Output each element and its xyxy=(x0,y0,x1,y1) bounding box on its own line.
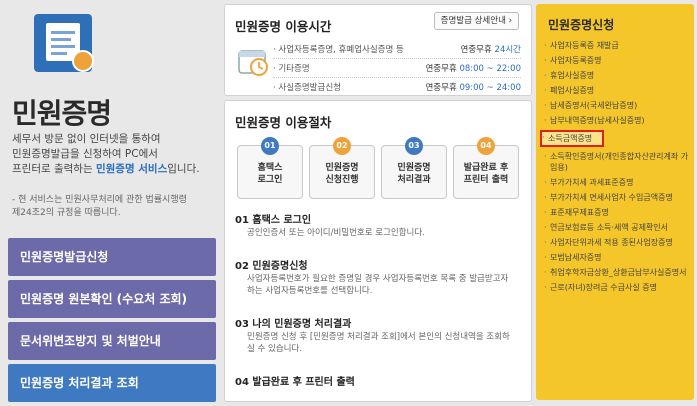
detail-guide-button[interactable]: 증명발급 상세안내 › xyxy=(433,12,519,30)
step-number: 01 xyxy=(261,137,279,155)
certificate-link[interactable]: 연금보험료등 소득·세액 공제확인서 xyxy=(544,222,690,233)
left-column: 민원증명 세무서 방문 없이 인터넷을 통하여 민원증명발급을 신청하여 PC에… xyxy=(0,0,222,406)
step-number: 02 xyxy=(333,137,351,155)
section-title: 01 홈택스 로그인 xyxy=(235,215,312,226)
hours-row: · 기타증명 연중무휴 08:00 ~ 22:00 xyxy=(273,60,521,78)
procedure-title: 민원증명 이용절차 xyxy=(235,115,332,130)
certificate-list-title: 민원증명신청 xyxy=(548,18,615,32)
certificate-link[interactable]: 모범납세자증명 xyxy=(544,252,690,263)
hero-desc-line-2: 민원증명발급을 신청하여 PC에서 xyxy=(12,148,158,160)
apply-certificate-button[interactable]: 민원증명발급신청 xyxy=(8,238,216,276)
hours-row: · 사업자등록증명, 휴폐업사실증명 등 연중무휴 24시간 xyxy=(273,41,521,59)
hours-row: · 사실증명발급신청 연중무휴 09:00 ~ 24:00 xyxy=(273,83,521,93)
certificate-link[interactable]: 납부내역증명(납세사실증명) xyxy=(544,115,690,126)
certificate-list-panel: 민원증명신청 사업자등록증 재발급 사업자등록증명 휴업사실증명 폐업사실증명 … xyxy=(536,4,694,400)
certificate-link[interactable]: 부가가치세 면세사업자 수입금액증명 xyxy=(544,192,690,203)
hours-panel: 민원증명 이용시간 증명발급 상세안내 › · 사업자등록증명, 휴폐업사실증명… xyxy=(224,4,532,96)
step-number: 04 xyxy=(477,137,495,155)
certificate-link[interactable]: 납세증명서(국세완납증명) xyxy=(544,100,690,111)
section-title: 03 나의 민원증명 처리결과 xyxy=(235,319,352,330)
page-title: 민원증명 xyxy=(12,97,112,130)
certificate-link[interactable]: 근로(자녀)장려금 수급사실 증명 xyxy=(544,282,690,293)
certificate-link[interactable]: 폐업사실증명 xyxy=(544,85,690,96)
certificate-link[interactable]: 취업후학자금상환_상환금납부사실증명서 xyxy=(544,267,690,278)
section-title: 04 발급완료 후 프린터 출력 xyxy=(235,377,355,388)
certificate-link[interactable]: 사업자등록증 재발급 xyxy=(544,40,690,51)
certificate-link[interactable]: 부가가치세 과세표준증명 xyxy=(544,177,690,188)
document-icon xyxy=(34,14,94,72)
certificate-link[interactable]: 사업자등록증명 xyxy=(544,55,690,66)
certificate-link[interactable]: 소득확인증명서(개인종합자산관리계좌 가입용) xyxy=(544,151,690,173)
result-inquiry-button[interactable]: 민원증명 처리결과 조회 xyxy=(8,364,216,402)
certificate-list: 사업자등록증 재발급 사업자등록증명 휴업사실증명 폐업사실증명 납세증명서(국… xyxy=(540,40,690,297)
step-number: 03 xyxy=(405,137,423,155)
section-body: 공인인증서 또는 아이디/비밀번호로 로그인합니다. xyxy=(247,228,425,238)
hero-desc-line-3: 프린터로 출력하는 민원증명 서비스입니다. xyxy=(12,163,200,175)
forgery-prevention-button[interactable]: 문서위변조방지 및 처벌안내 xyxy=(8,322,216,360)
hero-desc-line-1: 세무서 방문 없이 인터넷을 통하여 xyxy=(12,133,161,145)
certificate-link[interactable]: 사업자단위과세 적용 종된사업장증명 xyxy=(544,237,690,248)
verify-original-button[interactable]: 민원증명 원본확인 (수요처 조회) xyxy=(8,280,216,318)
section-body: 사업자등록번호가 필요한 증명일 경우 사업자등록번호 목록 중 발급받고자 하… xyxy=(247,274,509,296)
certificate-link[interactable]: 휴업사실증명 xyxy=(544,70,690,81)
user-badge-icon xyxy=(72,50,94,72)
procedure-panel: 민원증명 이용절차 홈택스 로그인 01 민원증명 신청진행 02 민원증명 처리결과… xyxy=(224,100,532,402)
section-body: 민원증명 신청 후 [민원증명 처리결과 조회]에서 본인의 신청내역을 조회하… xyxy=(247,332,510,354)
certificate-link[interactable]: 표준재무제표증명 xyxy=(544,207,690,218)
income-certificate-link[interactable]: 소득금액증명 xyxy=(540,130,604,147)
section-title: 02 민원증명신청 xyxy=(235,261,308,272)
clock-icon xyxy=(238,50,268,76)
hero-description: 세무서 방문 없이 인터넷을 통하여 민원증명발급을 신청하여 PC에서 프린터… xyxy=(12,132,217,177)
hours-title: 민원증명 이용시간 xyxy=(235,19,332,34)
legal-note: - 현 서비스는 민원사무처리에 관한 법률시행령 제24조2의 규정을 따릅니… xyxy=(12,195,187,218)
service-highlight: 민원증명 서비스 xyxy=(95,163,168,175)
